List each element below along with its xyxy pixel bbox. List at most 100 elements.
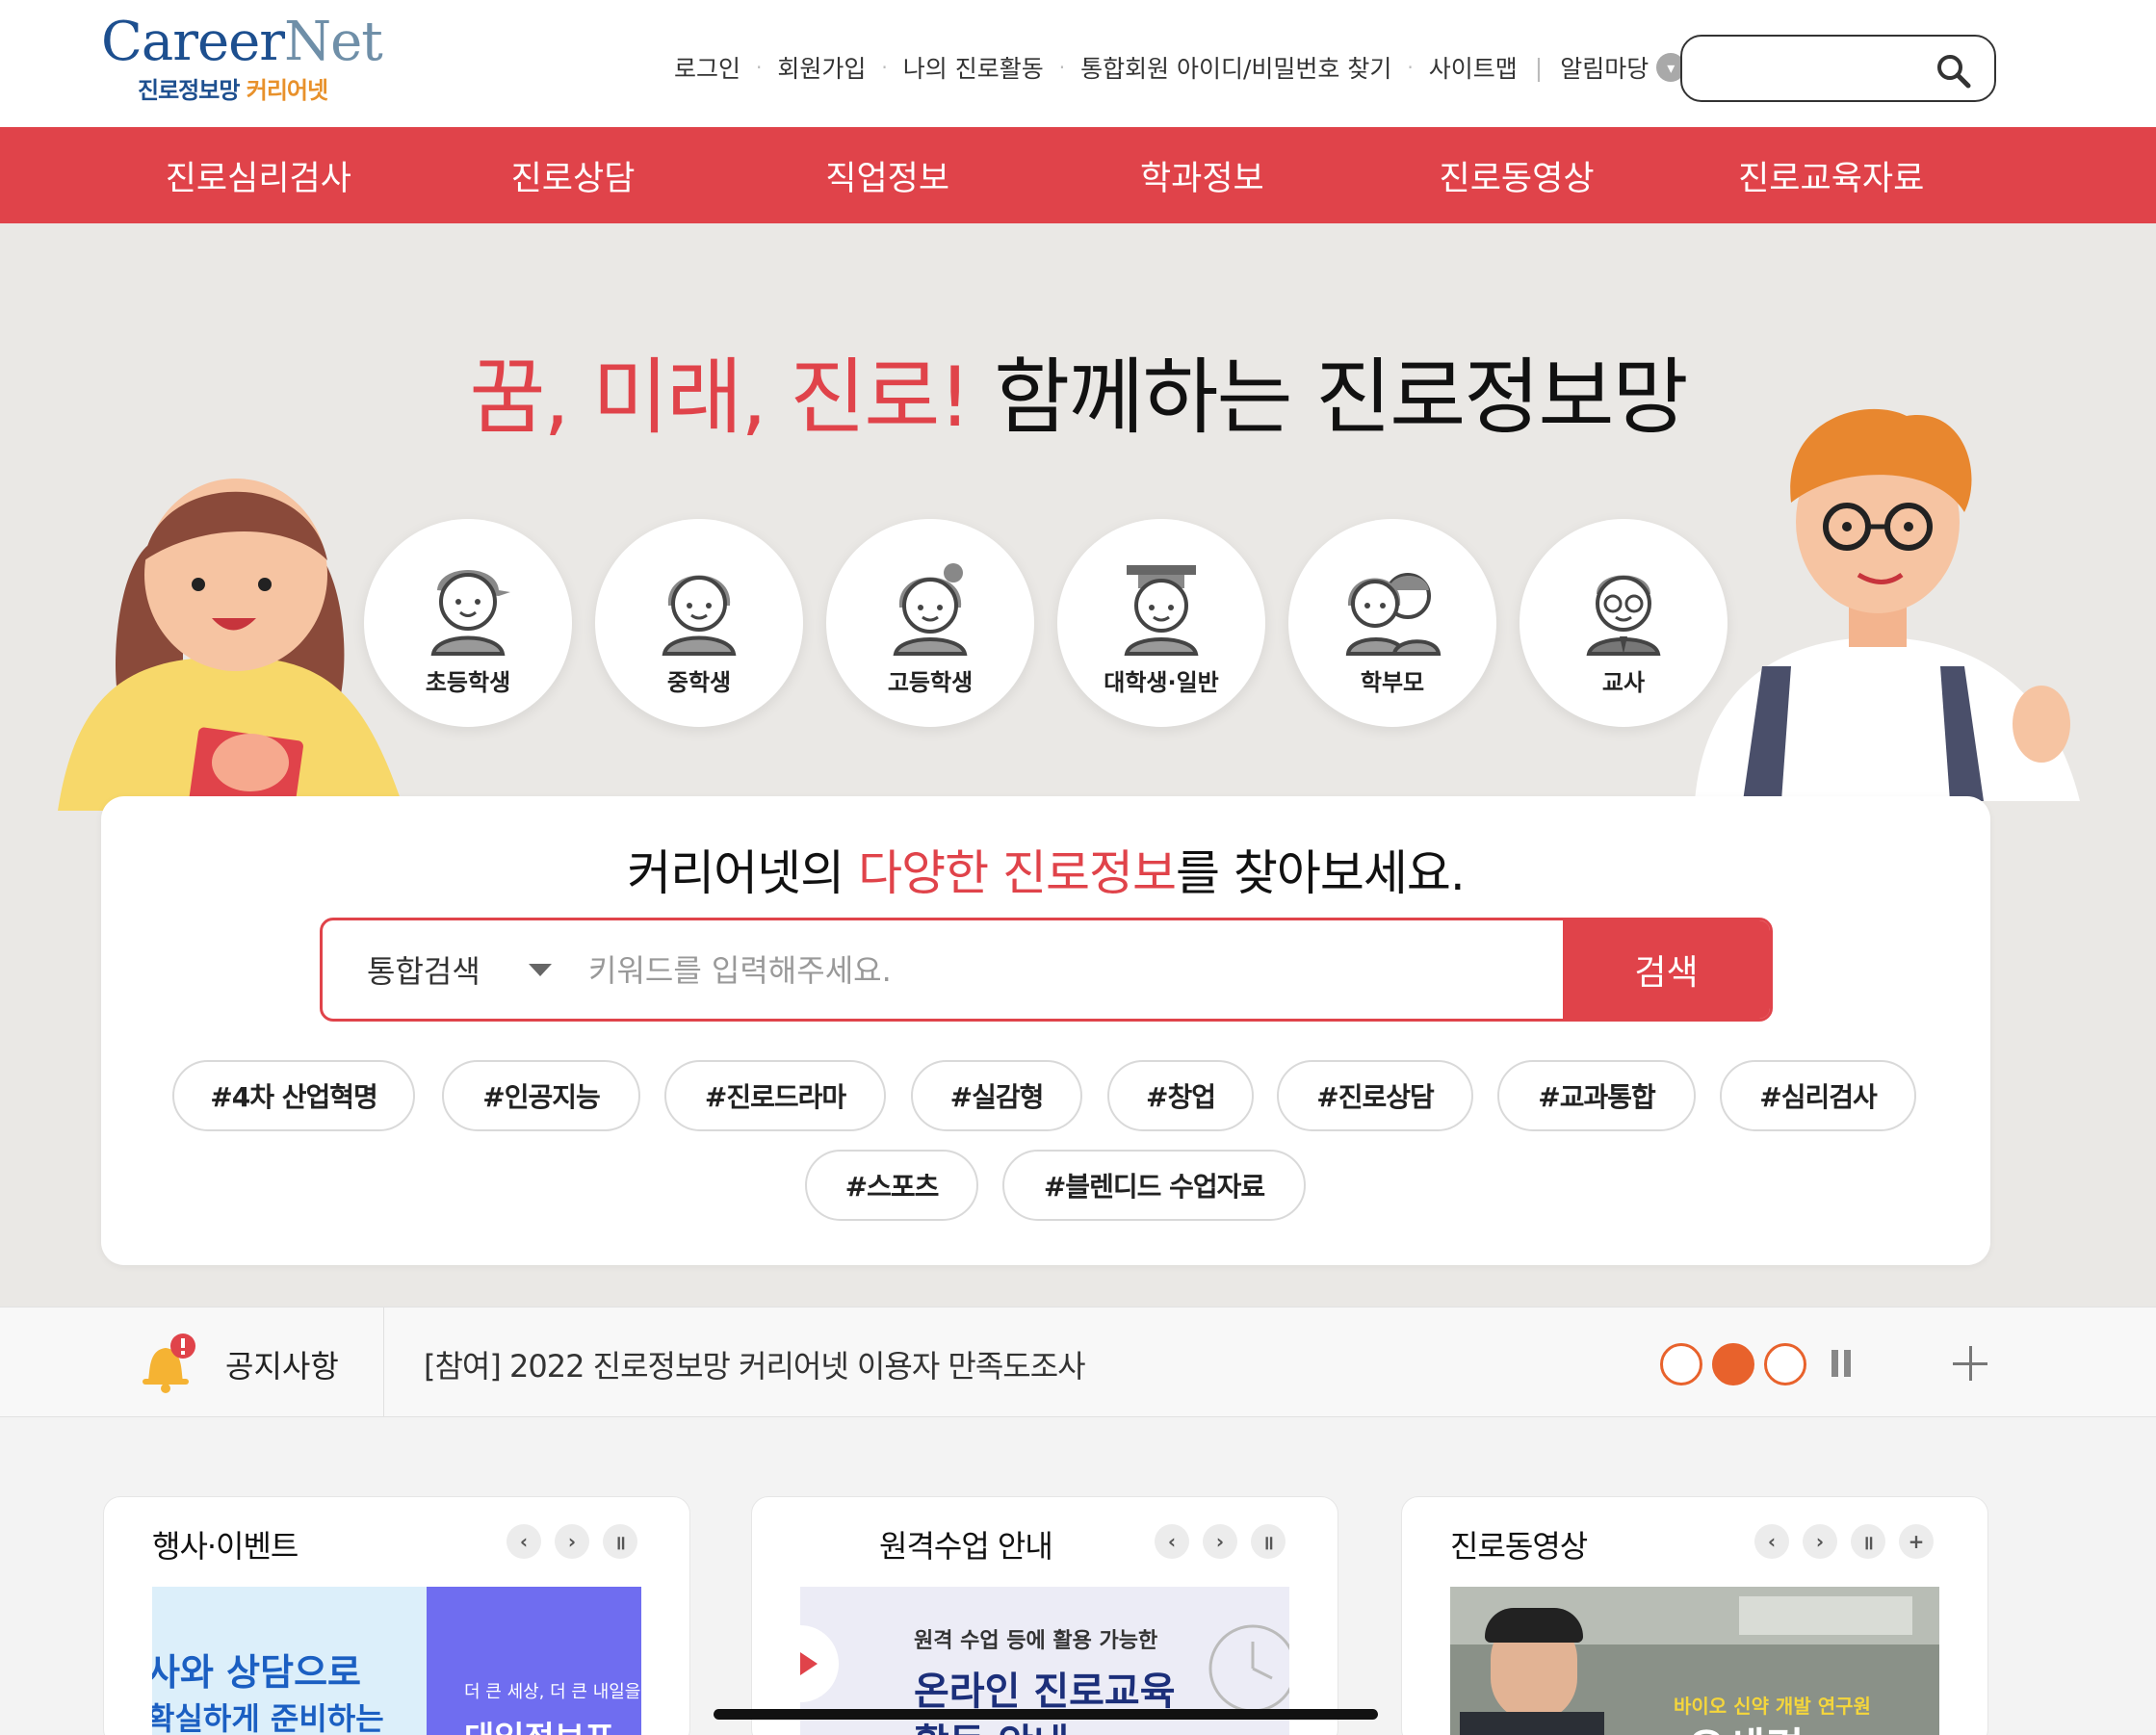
bell-icon (143, 1334, 195, 1393)
util-divider: | (1534, 53, 1544, 82)
tag-4th-industrial[interactable]: #4차 산업혁명 (172, 1060, 415, 1131)
clock-icon (1208, 1624, 1289, 1713)
university-student-icon (1124, 565, 1199, 656)
my-career-link[interactable]: 나의 진로활동 (903, 50, 1044, 85)
middle-school-student-icon (662, 575, 737, 656)
user-type-label: 교사 (1601, 669, 1646, 696)
search-title-b: 를 찾아보세요. (1176, 845, 1466, 901)
chevron-down-icon (529, 964, 552, 976)
login-link[interactable]: 로그인 (674, 50, 740, 85)
notice-page-dot-active[interactable] (1712, 1343, 1754, 1385)
sitemap-link[interactable]: 사이트맵 (1429, 50, 1518, 85)
nav-psych-test[interactable]: 진로심리검사 (101, 127, 416, 223)
tag-career-drama[interactable]: #진로드라마 (664, 1060, 886, 1131)
banner-text: 대입정보포 (464, 1712, 614, 1735)
tag-startup[interactable]: #창업 (1107, 1060, 1254, 1131)
nav-job-info[interactable]: 직업정보 (730, 127, 1045, 223)
pause-icon[interactable] (1831, 1350, 1853, 1377)
chevron-right-icon[interactable]: › (555, 1524, 589, 1559)
site-header: CareerNet 진로정보망 커리어넷 로그인 · 회원가입 · 나의 진로활… (0, 0, 2156, 127)
teacher-icon (1586, 575, 1661, 656)
user-type-label: 초등학생 (425, 669, 511, 696)
banner-text: 온라인 진로교육 (914, 1670, 1176, 1714)
user-type-label: 고등학생 (887, 669, 974, 696)
tag-curriculum[interactable]: #교과통합 (1497, 1060, 1696, 1131)
tag-sports[interactable]: #스포츠 (805, 1150, 978, 1221)
nav-counseling[interactable]: 진로상담 (416, 127, 731, 223)
tag-psych-test[interactable]: #심리검사 (1720, 1060, 1916, 1131)
search-title-a: 커리어넷의 (627, 845, 859, 901)
notice-headline[interactable]: [참여] 2022 진로정보망 커리어넷 이용자 만족도조사 (424, 1342, 1086, 1386)
events-panel: 행사·이벤트 ‹ › ॥ 사와 상담으로 확실하게 준비하는 더 큰 세상, 더… (103, 1496, 690, 1735)
utility-nav: 로그인 · 회원가입 · 나의 진로활동 · 통합회원 아이디/비밀번호 찾기 … (674, 48, 1686, 87)
util-sep: · (1407, 56, 1414, 79)
logo-career: Career (101, 11, 285, 73)
home-indicator (714, 1709, 1378, 1720)
notice-divider (383, 1308, 384, 1416)
chevron-left-icon[interactable]: ‹ (507, 1524, 541, 1559)
main-search-box: 통합검색 검색 (320, 918, 1773, 1022)
play-icon (800, 1652, 818, 1675)
banner-text: 더 큰 세상, 더 큰 내일을 (464, 1682, 641, 1702)
signup-link[interactable]: 회원가입 (777, 50, 866, 85)
pause-icon[interactable]: ॥ (1251, 1524, 1286, 1559)
plus-icon[interactable] (1951, 1344, 1989, 1383)
keyword-search-input[interactable] (588, 944, 1513, 997)
video-thumbnail[interactable]: 바이오 신약 개발 연구원 오세경 (1450, 1587, 1939, 1735)
logo-sub-b: 커리어넷 (246, 77, 328, 104)
content-panels: 행사·이벤트 ‹ › ॥ 사와 상담으로 확실하게 준비하는 더 큰 세상, 더… (0, 1417, 2156, 1735)
tag-ai[interactable]: #인공지능 (442, 1060, 640, 1131)
nav-materials[interactable]: 진로교육자료 (1674, 127, 1988, 223)
search-icon[interactable] (1935, 52, 1973, 91)
pause-icon[interactable]: ॥ (603, 1524, 637, 1559)
tag-counseling[interactable]: #진로상담 (1277, 1060, 1473, 1131)
find-account-link[interactable]: 통합회원 아이디/비밀번호 찾기 (1080, 50, 1391, 85)
elementary-student-icon (430, 570, 510, 656)
chevron-left-icon[interactable]: ‹ (1155, 1524, 1189, 1559)
boy-character-illustration (1695, 408, 2080, 801)
hero-title-red: 꿈, 미래, 진로! (469, 350, 971, 446)
career-video-panel: 진로동영상 ‹ › ॥ + 바이오 신약 개발 연구원 오세경 (1401, 1496, 1988, 1735)
chevron-left-icon[interactable]: ‹ (1754, 1524, 1789, 1559)
banner-text: 사와 상담으로 (152, 1651, 361, 1694)
panel-title: 진로동영상 (1450, 1528, 1588, 1565)
notice-board-link[interactable]: 알림마당 (1560, 50, 1649, 85)
notice-page-dot[interactable] (1660, 1343, 1702, 1385)
user-type-teacher[interactable]: 교사 (1520, 519, 1727, 727)
main-nav: 진로심리검사 진로상담 직업정보 학과정보 진로동영상 진로교육자료 (0, 127, 2156, 223)
logo-sub-a: 진로정보망 (138, 77, 247, 104)
event-banner-image[interactable]: 사와 상담으로 확실하게 준비하는 더 큰 세상, 더 큰 내일을 대입정보포 (152, 1587, 641, 1735)
user-type-middle[interactable]: 중학생 (595, 519, 803, 727)
logo-net: Net (284, 11, 383, 73)
hero-section: 꿈, 미래, 진로! 함께하는 진로정보망 초등학생 중학생 고등학생 대학생·… (0, 223, 2156, 1307)
search-button[interactable]: 검색 (1563, 920, 1770, 1019)
user-type-parents[interactable]: 학부모 (1288, 519, 1496, 727)
user-type-university[interactable]: 대학생·일반 (1057, 519, 1265, 727)
nav-major-info[interactable]: 학과정보 (1045, 127, 1360, 223)
tag-immersive[interactable]: #실감형 (911, 1060, 1082, 1131)
user-type-elementary[interactable]: 초등학생 (364, 519, 572, 727)
remote-class-panel: 원격수업 안내 ‹ › ॥ 원격 수업 등에 활용 가능한 온라인 진로교육 활… (751, 1496, 1338, 1735)
careernet-logo[interactable]: CareerNet 진로정보망 커리어넷 (101, 11, 383, 108)
chevron-right-icon[interactable]: › (1203, 1524, 1237, 1559)
user-type-high[interactable]: 고등학생 (826, 519, 1034, 727)
user-type-label: 대학생·일반 (1104, 669, 1219, 696)
notice-page-dot[interactable] (1764, 1343, 1806, 1385)
pause-icon[interactable]: ॥ (1851, 1524, 1885, 1559)
user-type-label: 학부모 (1360, 669, 1425, 696)
notice-label: 공지사항 (225, 1348, 339, 1385)
parents-icon (1345, 573, 1442, 656)
high-school-student-icon (893, 563, 968, 656)
util-sep: · (1058, 56, 1066, 79)
search-category-value: 통합검색 (367, 953, 481, 990)
user-type-label: 중학생 (666, 669, 732, 696)
search-card-title: 커리어넷의 다양한 진로정보를 찾아보세요. (101, 835, 1990, 904)
search-category-select[interactable]: 통합검색 (323, 920, 573, 1019)
util-sep: · (756, 56, 763, 79)
header-search-input[interactable] (1701, 48, 1923, 91)
plus-icon[interactable]: + (1899, 1524, 1934, 1559)
chevron-right-icon[interactable]: › (1803, 1524, 1837, 1559)
notice-bar: 공지사항 [참여] 2022 진로정보망 커리어넷 이용자 만족도조사 (0, 1307, 2156, 1417)
tag-blended[interactable]: #블렌디드 수업자료 (1002, 1150, 1306, 1221)
nav-videos[interactable]: 진로동영상 (1360, 127, 1675, 223)
